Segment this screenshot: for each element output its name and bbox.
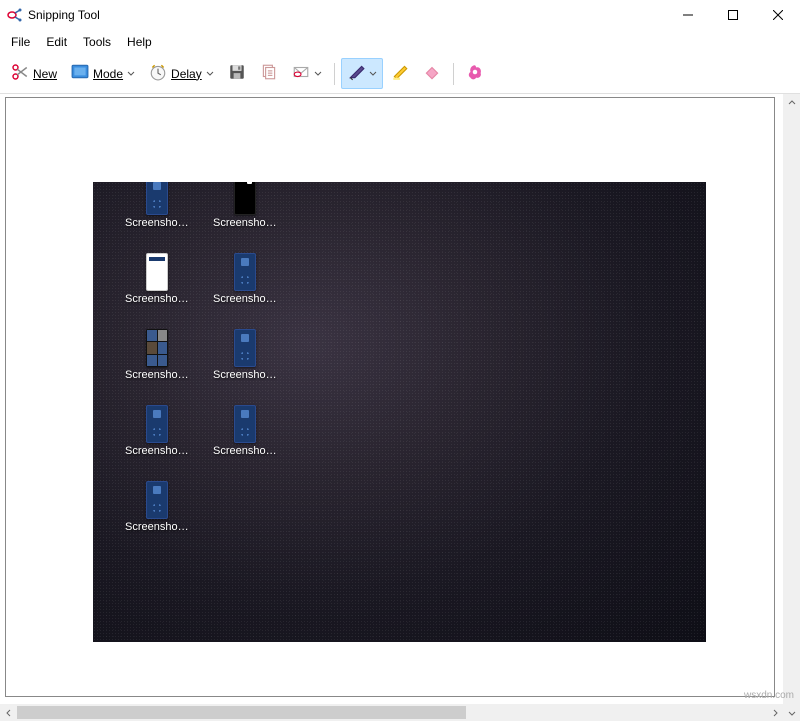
- chevron-down-icon: [127, 67, 135, 81]
- desktop-icon-partial: g: [93, 253, 101, 305]
- desktop-icon-partial: ...: [93, 329, 101, 381]
- desktop-icon[interactable]: Screenshot_...: [125, 405, 189, 457]
- desktop-icon[interactable]: Screenshot_...: [213, 253, 277, 305]
- toolbar-separator: [453, 63, 454, 85]
- menu-tools[interactable]: Tools: [76, 32, 118, 52]
- scroll-left-button[interactable]: [0, 704, 17, 721]
- desktop-icon-partial: ...: [93, 405, 101, 457]
- envelope-icon: [292, 63, 310, 84]
- desktop-icon[interactable]: Screenshot_...: [125, 182, 189, 229]
- menu-file[interactable]: File: [4, 32, 37, 52]
- paint3d-icon: [466, 63, 484, 84]
- mode-button[interactable]: Mode: [65, 58, 141, 89]
- save-button[interactable]: [222, 58, 252, 89]
- menu-edit[interactable]: Edit: [39, 32, 74, 52]
- copy-button[interactable]: [254, 58, 284, 89]
- captured-image: gScreenshot_...Screenshot_...gScreenshot…: [93, 182, 706, 642]
- desktop-icon[interactable]: Screenshot_...: [213, 329, 277, 381]
- chevron-down-icon: [206, 67, 214, 81]
- eraser-icon: [423, 63, 441, 84]
- snip-canvas[interactable]: gScreenshot_...Screenshot_...gScreenshot…: [5, 97, 775, 697]
- highlighter-button[interactable]: [385, 58, 415, 89]
- desktop-icon[interactable]: Screenshot_...: [213, 405, 277, 457]
- pen-button[interactable]: [341, 58, 383, 89]
- edit-paint3d-button[interactable]: [460, 58, 490, 89]
- app-icon: [6, 7, 22, 23]
- new-label: New: [33, 67, 57, 81]
- menubar: File Edit Tools Help: [0, 30, 800, 54]
- new-button[interactable]: New: [5, 58, 63, 89]
- save-icon: [228, 63, 246, 84]
- chevron-down-icon: [314, 67, 322, 81]
- vertical-scrollbar[interactable]: [783, 94, 800, 721]
- menu-help[interactable]: Help: [120, 32, 159, 52]
- desktop-icon[interactable]: Screenshot_...: [125, 329, 189, 381]
- chevron-down-icon: [369, 67, 377, 81]
- highlighter-icon: [391, 63, 409, 84]
- minimize-button[interactable]: [665, 1, 710, 30]
- scroll-track-h[interactable]: [17, 704, 766, 721]
- send-button[interactable]: [286, 58, 328, 89]
- close-button[interactable]: [755, 1, 800, 30]
- mode-icon: [71, 63, 89, 84]
- scroll-thumb-h[interactable]: [17, 706, 466, 719]
- delay-label: Delay: [171, 67, 202, 81]
- desktop-icon-partial: ...: [93, 481, 101, 533]
- horizontal-scrollbar[interactable]: [0, 704, 783, 721]
- desktop-icon[interactable]: Screenshot_...: [125, 481, 189, 533]
- delay-button[interactable]: Delay: [143, 58, 220, 89]
- scroll-down-button[interactable]: [783, 704, 800, 721]
- toolbar-separator: [334, 63, 335, 85]
- desktop-icon-partial: g: [93, 182, 101, 229]
- window-controls: [665, 1, 800, 30]
- watermark: wsxdn.com: [744, 690, 794, 701]
- desktop-icon[interactable]: Screenshot_...: [125, 253, 189, 305]
- desktop-icon[interactable]: Screenshot_...: [213, 182, 277, 229]
- pen-icon: [347, 63, 365, 84]
- eraser-button[interactable]: [417, 58, 447, 89]
- toolbar: New Mode Delay: [0, 54, 800, 94]
- scroll-right-button[interactable]: [766, 704, 783, 721]
- maximize-button[interactable]: [710, 1, 755, 30]
- copy-icon: [260, 63, 278, 84]
- canvas-scroll-area[interactable]: gScreenshot_...Screenshot_...gScreenshot…: [0, 94, 783, 721]
- scroll-up-button[interactable]: [783, 94, 800, 111]
- mode-label: Mode: [93, 67, 123, 81]
- content-area: gScreenshot_...Screenshot_...gScreenshot…: [0, 94, 800, 721]
- window-title: Snipping Tool: [28, 8, 665, 22]
- scroll-track-v[interactable]: [783, 111, 800, 704]
- clock-icon: [149, 63, 167, 84]
- titlebar: Snipping Tool: [0, 0, 800, 30]
- scissors-icon: [11, 63, 29, 84]
